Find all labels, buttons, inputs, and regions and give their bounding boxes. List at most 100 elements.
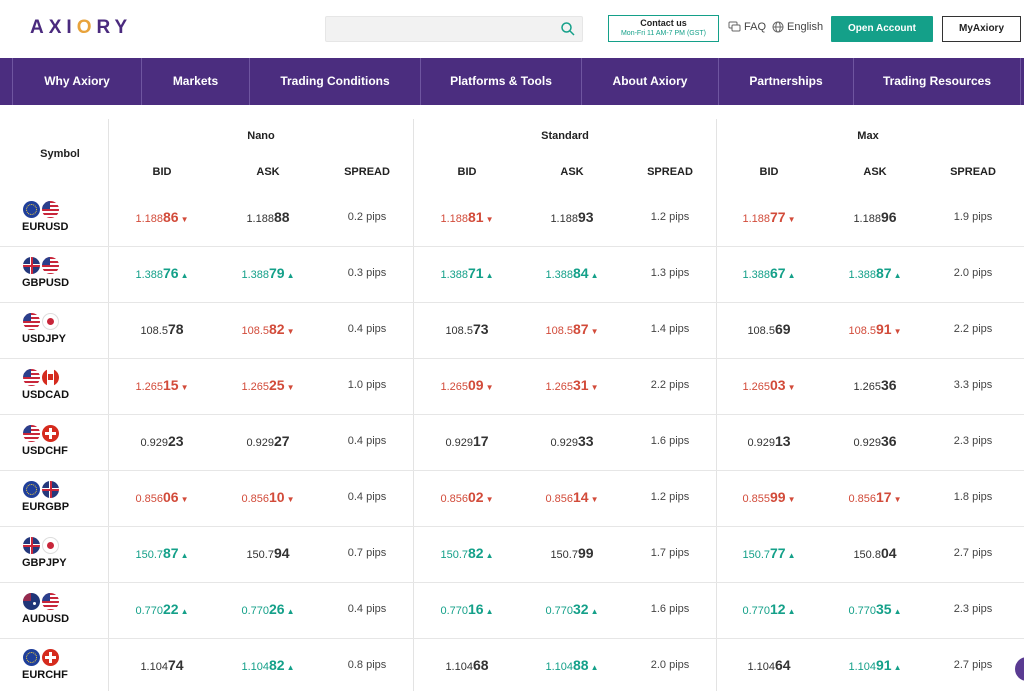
nav-platforms-tools[interactable]: Platforms & Tools [420,58,581,105]
price-pips: 91 [876,321,892,337]
spread-cell: 2.0 pips [923,267,1023,279]
price-prefix: 1.104 [140,661,168,673]
myaxiory-button[interactable]: MyAxiory [942,16,1021,42]
ask-cell: 0.85614 ▼ [522,489,622,505]
bid-cell: 0.92923 [112,433,212,449]
price-pips: 82 [269,321,285,337]
flag-gb-icon [42,481,59,498]
price-pips: 27 [273,433,290,449]
nav-partnerships[interactable]: Partnerships [718,58,853,105]
arrow-up-icon: ▲ [787,607,796,616]
price-pips: 79 [269,265,285,281]
arrow-up-icon: ▲ [180,607,189,616]
spread-value: 0.4 pips [347,435,387,447]
ask-cell: 1.10482 ▲ [218,657,318,673]
price-prefix: 0.770 [848,605,877,617]
nav-markets[interactable]: Markets [141,58,249,105]
price-pips: 23 [167,433,184,449]
price-pips: 76 [163,265,179,281]
ask-cell: 0.92927 [218,433,318,449]
column-header-spread: SPREAD [647,166,693,178]
arrow-up-icon: ▲ [286,607,295,616]
symbol-label[interactable]: AUDUSD [22,613,92,625]
flag-au-icon [23,593,40,610]
faq-link[interactable]: FAQ [728,21,766,33]
price-prefix: 0.929 [246,437,274,449]
symbol-label[interactable]: EURUSD [22,221,92,233]
site-header: AXIORY Contact us Mon-Fri 11 AM-7 PM (GS… [0,0,1024,58]
flag-eu-icon [23,201,40,218]
ask-cell: 0.77032 ▲ [522,601,622,617]
spread-value: 1.7 pips [650,547,690,559]
price-prefix: 1.388 [742,269,771,281]
bid-cell: 108.578 [112,321,212,337]
contact-us-button[interactable]: Contact us Mon-Fri 11 AM-7 PM (GST) [608,15,719,42]
bid-cell: 1.26503 ▼ [719,377,819,393]
price-prefix: 1.388 [848,269,877,281]
spread-cell: 2.2 pips [923,323,1023,335]
bid-cell: 0.77016 ▲ [417,601,517,617]
ask-cell: 108.587 ▼ [522,321,622,337]
symbol-label[interactable]: GBPUSD [22,277,92,289]
search-icon[interactable] [560,21,576,37]
price-prefix: 0.929 [445,437,473,449]
price-pips: 36 [880,433,897,449]
price-pips: 86 [163,209,179,225]
price-prefix: 1.188 [742,213,771,225]
column-header-bid: BID [759,166,779,178]
price-prefix: 1.265 [241,381,270,393]
price-pips: 74 [167,657,184,673]
arrow-up-icon: ▲ [286,271,295,280]
contact-title: Contact us [640,18,687,28]
ask-cell: 1.38879 ▲ [218,265,318,281]
symbol-label[interactable]: EURGBP [22,501,92,513]
arrow-up-icon: ▲ [286,663,295,672]
price-prefix: 0.929 [853,437,881,449]
price-pips: 73 [472,321,489,337]
spread-cell: 0.7 pips [317,547,417,559]
arrow-up-icon: ▲ [180,551,189,560]
price-pips: 32 [573,601,589,617]
arrow-down-icon: ▼ [893,495,902,504]
main-nav: Why Axiory Markets Trading Conditions Pl… [0,58,1024,105]
price-prefix: 108.5 [241,325,270,337]
bid-cell: 1.38871 ▲ [417,265,517,281]
symbol-label[interactable]: USDCHF [22,445,92,457]
bid-cell: 1.18881 ▼ [417,209,517,225]
spread-value: 0.3 pips [347,267,387,279]
ask-cell: 1.18896 [825,209,925,225]
symbol-label[interactable]: USDJPY [22,333,92,345]
price-pips: 99 [577,545,594,561]
symbol-label[interactable]: GBPJPY [22,557,92,569]
nav-why-axiory[interactable]: Why Axiory [12,58,141,105]
nav-trading-conditions[interactable]: Trading Conditions [249,58,420,105]
spread-value: 1.2 pips [650,491,690,503]
price-prefix: 1.188 [853,213,881,225]
open-account-button[interactable]: Open Account [831,16,933,42]
spread-value: 1.0 pips [347,379,387,391]
axiory-logo[interactable]: AXIORY [30,17,132,39]
symbol-label[interactable]: EURCHF [22,669,92,681]
spread-cell: 2.3 pips [923,603,1023,615]
spread-value: 2.2 pips [650,379,690,391]
arrow-down-icon: ▼ [590,327,599,336]
faq-icon [728,21,741,32]
arrow-up-icon: ▲ [590,271,599,280]
ask-cell: 1.38884 ▲ [522,265,622,281]
arrow-up-icon: ▲ [893,607,902,616]
price-pips: 06 [163,489,179,505]
language-selector[interactable]: English [772,21,823,33]
price-pips: 88 [273,209,290,225]
arrow-down-icon: ▼ [590,383,599,392]
price-pips: 17 [876,489,892,505]
spread-cell: 0.3 pips [317,267,417,279]
spread-value: 1.4 pips [650,323,690,335]
search-input[interactable] [325,16,583,42]
nav-about-axiory[interactable]: About Axiory [581,58,718,105]
price-prefix: 1.104 [445,661,473,673]
bid-cell: 1.38867 ▲ [719,265,819,281]
price-pips: 68 [472,657,489,673]
nav-trading-resources[interactable]: Trading Resources [853,58,1021,105]
symbol-header: Symbol [40,148,80,160]
symbol-label[interactable]: USDCAD [22,389,92,401]
